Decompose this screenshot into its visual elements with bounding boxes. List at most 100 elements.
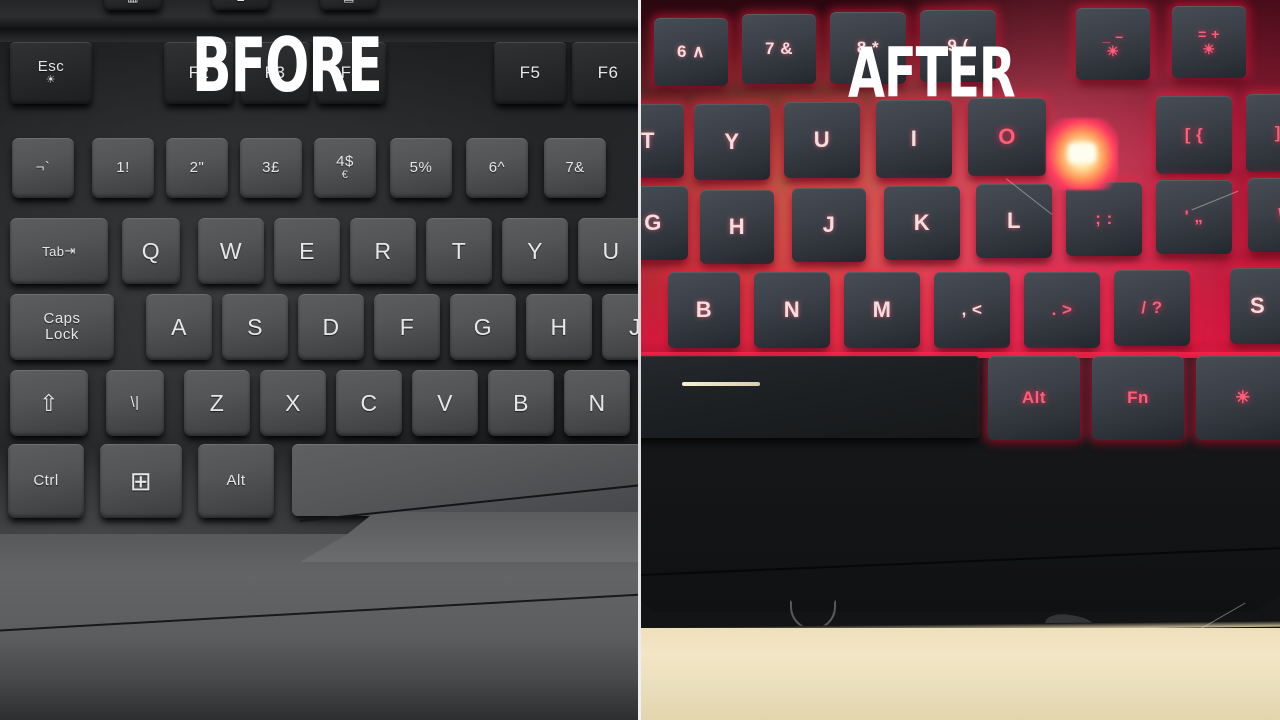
w-key[interactable]: W — [198, 218, 264, 284]
tilde-key[interactable]: ¬` — [12, 138, 74, 198]
fn-key[interactable]: Fn — [1092, 356, 1184, 440]
s-key[interactable]: S — [222, 294, 288, 360]
v-key[interactable]: V — [412, 370, 478, 436]
period-key[interactable]: . > — [1024, 272, 1100, 348]
3-key[interactable]: 3£ — [240, 138, 302, 198]
bracket-left-key-label: [ { — [1184, 125, 1204, 144]
n-key-label: N — [783, 297, 801, 322]
6-key-label: 6 ∧ — [676, 42, 706, 61]
slash-key-label: / ? — [1141, 298, 1163, 317]
y-key[interactable]: Y — [502, 218, 568, 284]
n-key-label: N — [588, 389, 606, 416]
backslash-key[interactable]: \| — [106, 370, 164, 436]
1-key-label: 1! — [116, 158, 130, 176]
u-key[interactable]: U — [578, 218, 640, 284]
minus-key-label: _ – — [1102, 27, 1124, 44]
4-key-sub: € — [341, 169, 349, 182]
6-key-label: 6^ — [488, 158, 506, 176]
equals-key[interactable]: = + ☀ — [1172, 6, 1246, 78]
alt-key[interactable]: Alt — [198, 444, 274, 518]
4-key[interactable]: 4$ € — [314, 138, 376, 198]
f5-key[interactable]: F5 — [494, 42, 566, 104]
b-key[interactable]: B — [488, 370, 554, 436]
slash-key[interactable]: / ? — [1114, 270, 1190, 346]
c-key[interactable]: C — [336, 370, 402, 436]
5-key[interactable]: 5% — [390, 138, 452, 198]
backlight-key[interactable]: ☀ — [1196, 356, 1280, 440]
k-key[interactable]: K — [884, 186, 960, 260]
caps-lock-key[interactable]: Caps Lock — [10, 294, 114, 360]
g-key[interactable]: G — [450, 294, 516, 360]
backslash-key[interactable]: \ | — [1248, 178, 1280, 252]
minus-key[interactable]: _ – ☀ — [1076, 8, 1150, 80]
j-key[interactable]: J — [792, 188, 866, 262]
n-key[interactable]: N — [754, 272, 830, 348]
e-key-label: E — [299, 237, 315, 264]
esc-key-sub: ☀ — [45, 74, 57, 87]
shift-key-label: S — [1250, 293, 1266, 318]
t-key[interactable]: T — [426, 218, 492, 284]
d-key[interactable]: D — [298, 294, 364, 360]
h-key[interactable]: H — [700, 190, 774, 264]
shift-key[interactable]: S — [1230, 268, 1280, 344]
7-key[interactable]: 7& — [544, 138, 606, 198]
e-key[interactable]: E — [274, 218, 340, 284]
m-key[interactable]: M — [844, 272, 920, 348]
ctrl-key[interactable]: Ctrl — [8, 444, 84, 518]
u-key-label: U — [602, 237, 620, 264]
x-key[interactable]: X — [260, 370, 326, 436]
semicolon-key[interactable]: ; : — [1066, 182, 1142, 256]
tab-key[interactable]: Tab ⇥ — [10, 218, 108, 284]
alt-key[interactable]: Alt — [988, 356, 1080, 440]
7-key[interactable]: 7 & — [742, 14, 816, 84]
quote-key[interactable]: ' „ — [1156, 180, 1232, 254]
bracket-left-key[interactable]: [ { — [1156, 96, 1232, 174]
shift-key[interactable]: ⇧ — [10, 370, 88, 436]
g-key[interactable]: G — [640, 186, 688, 260]
y-key[interactable]: Y — [694, 104, 770, 180]
r-key-label: R — [374, 237, 392, 264]
l-key[interactable]: L — [976, 184, 1052, 258]
b-key-label: B — [513, 389, 529, 416]
c-key-label: C — [360, 389, 378, 416]
spacebar-key[interactable] — [640, 356, 980, 438]
fn-icon-chart[interactable]: ▥ — [104, 0, 162, 10]
fn-icon-display[interactable]: ▲ — [212, 0, 270, 10]
missing-keycap-led-core — [1068, 143, 1096, 163]
tab-key-label: Tab — [42, 243, 65, 259]
z-key-label: Z — [209, 389, 225, 416]
f5-key-label: F5 — [519, 63, 541, 82]
f-key[interactable]: F — [374, 294, 440, 360]
l-key-label: L — [1007, 208, 1021, 233]
6-key[interactable]: 6^ — [466, 138, 528, 198]
comma-key[interactable]: , < — [934, 272, 1010, 348]
r-key[interactable]: R — [350, 218, 416, 284]
bracket-right-key-label: ] } — [1275, 123, 1280, 143]
alt-key-label: Alt — [226, 471, 246, 489]
q-key[interactable]: Q — [122, 218, 180, 284]
f6-key[interactable]: F6 — [572, 42, 640, 104]
h-key[interactable]: H — [526, 294, 592, 360]
t-key[interactable]: T — [640, 104, 684, 178]
fn-key-label: Fn — [1127, 388, 1149, 407]
u-key[interactable]: U — [784, 102, 860, 178]
1-key[interactable]: 1! — [92, 138, 154, 198]
fn-icon-keyboard[interactable]: ▤ — [320, 0, 378, 10]
esc-key[interactable]: Esc ☀ — [10, 42, 92, 104]
spacebar-key[interactable] — [292, 444, 640, 516]
6-key[interactable]: 6 ∧ — [654, 18, 728, 86]
j-key[interactable]: J — [602, 294, 640, 360]
a-key[interactable]: A — [146, 294, 212, 360]
bracket-right-key[interactable]: ] } — [1246, 94, 1280, 172]
comma-key-label: , < — [961, 300, 983, 319]
n-key[interactable]: N — [564, 370, 630, 436]
q-key-label: Q — [141, 237, 161, 264]
windows-key[interactable]: ⊞ — [100, 444, 182, 518]
b-key[interactable]: B — [668, 272, 740, 348]
2-key[interactable]: 2" — [166, 138, 228, 198]
h-key-label: H — [728, 214, 746, 239]
z-key[interactable]: Z — [184, 370, 250, 436]
d-key-label: D — [322, 313, 340, 340]
wooden-desk-surface — [640, 628, 1280, 720]
7-key-label: 7 & — [765, 39, 793, 58]
